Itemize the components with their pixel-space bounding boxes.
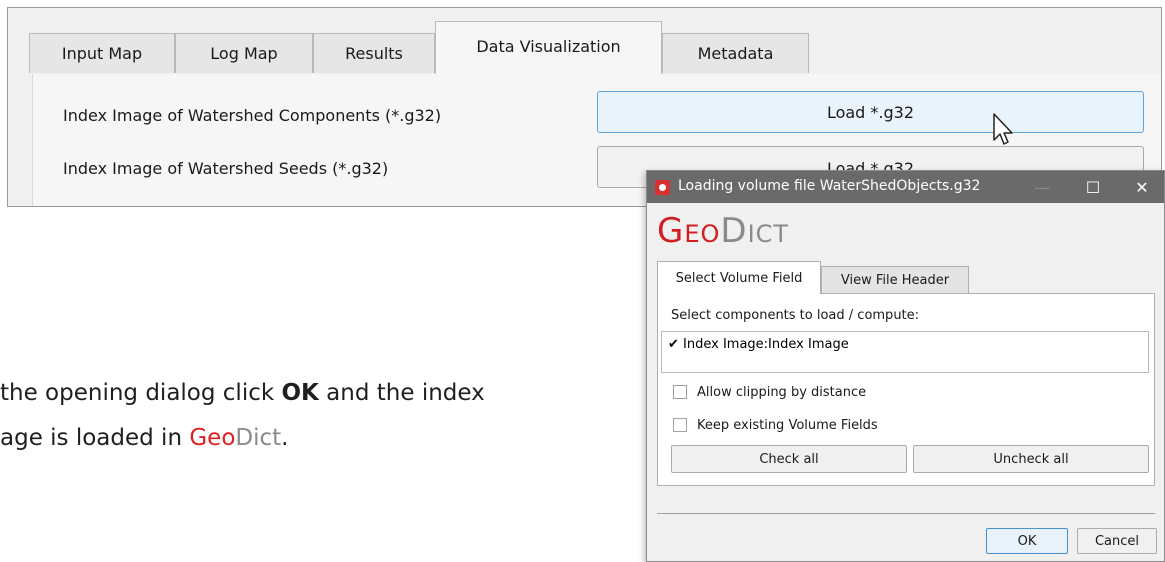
tab-label: Select Volume Field [675, 270, 803, 286]
instruction-text: . [281, 425, 289, 451]
instruction-ok-bold: OK [281, 380, 319, 406]
button-label: OK [1017, 533, 1037, 549]
brand-geo: Geo [189, 425, 236, 451]
tab-select-volume-field[interactable]: Select Volume Field [657, 261, 821, 294]
checkmark-icon: ✔ [668, 337, 679, 352]
tab-label: Log Map [210, 44, 278, 63]
list-item[interactable]: ✔ Index Image:Index Image [668, 337, 849, 352]
tab-log-map[interactable]: Log Map [175, 33, 313, 73]
separator [657, 513, 1155, 514]
instruction-line-1: the opening dialog click OK and the inde… [0, 380, 485, 406]
cancel-button[interactable]: Cancel [1077, 528, 1157, 554]
geodict-logo: GeoDict [657, 211, 789, 251]
allow-clipping-checkbox[interactable] [673, 385, 687, 399]
logo-geo: Geo [657, 211, 721, 251]
button-label: Load *.g32 [826, 102, 915, 122]
tab-label: Input Map [61, 44, 143, 63]
close-icon[interactable]: ✕ [1122, 175, 1162, 199]
select-components-label: Select components to load / compute: [671, 308, 920, 323]
instruction-line-2: age is loaded in GeoDict. [0, 425, 288, 451]
check-all-button[interactable]: Check all [671, 445, 907, 473]
tab-metadata[interactable]: Metadata [662, 33, 809, 73]
logo-dict: Dict [720, 211, 790, 251]
keep-existing-label: Keep existing Volume Fields [697, 418, 878, 433]
uncheck-all-button[interactable]: Uncheck all [913, 445, 1149, 473]
tab-label: Data Visualization [476, 36, 621, 56]
tab-label: Metadata [697, 44, 774, 63]
instruction-text: age is loaded in [0, 425, 190, 451]
tab-label: View File Header [840, 273, 950, 288]
components-list[interactable]: ✔ Index Image:Index Image [661, 331, 1149, 373]
keep-existing-checkbox[interactable] [673, 418, 687, 432]
geodict-app-icon [655, 180, 670, 195]
tab-label: Results [345, 44, 403, 63]
instruction-text: the opening dialog click [0, 380, 282, 406]
list-item-label: Index Image:Index Image [683, 337, 849, 352]
ok-button[interactable]: OK [986, 528, 1068, 554]
loading-dialog: Loading volume file WaterShedObjects.g32… [646, 170, 1165, 562]
allow-clipping-label: Allow clipping by distance [697, 385, 867, 400]
tab-results[interactable]: Results [313, 33, 435, 73]
instruction-text: and the index [318, 380, 485, 406]
load-components-button[interactable]: Load *.g32 [597, 91, 1144, 133]
dialog-titlebar[interactable]: Loading volume file WaterShedObjects.g32… [647, 171, 1164, 203]
button-label: Cancel [1094, 533, 1140, 549]
components-label: Index Image of Watershed Components (*.g… [63, 106, 442, 125]
tab-data-visualization[interactable]: Data Visualization [435, 21, 662, 74]
seeds-label: Index Image of Watershed Seeds (*.g32) [63, 159, 389, 178]
maximize-icon[interactable]: ☐ [1073, 175, 1113, 199]
button-label: Uncheck all [993, 451, 1069, 467]
button-label: Check all [759, 451, 819, 467]
tab-input-map[interactable]: Input Map [29, 33, 175, 73]
tab-view-file-header[interactable]: View File Header [821, 266, 969, 294]
minimize-icon[interactable]: — [1022, 175, 1062, 199]
mouse-cursor-icon [993, 113, 1013, 145]
brand-dict: Dict [235, 425, 282, 451]
dialog-title: Loading volume file WaterShedObjects.g32 [678, 178, 981, 194]
